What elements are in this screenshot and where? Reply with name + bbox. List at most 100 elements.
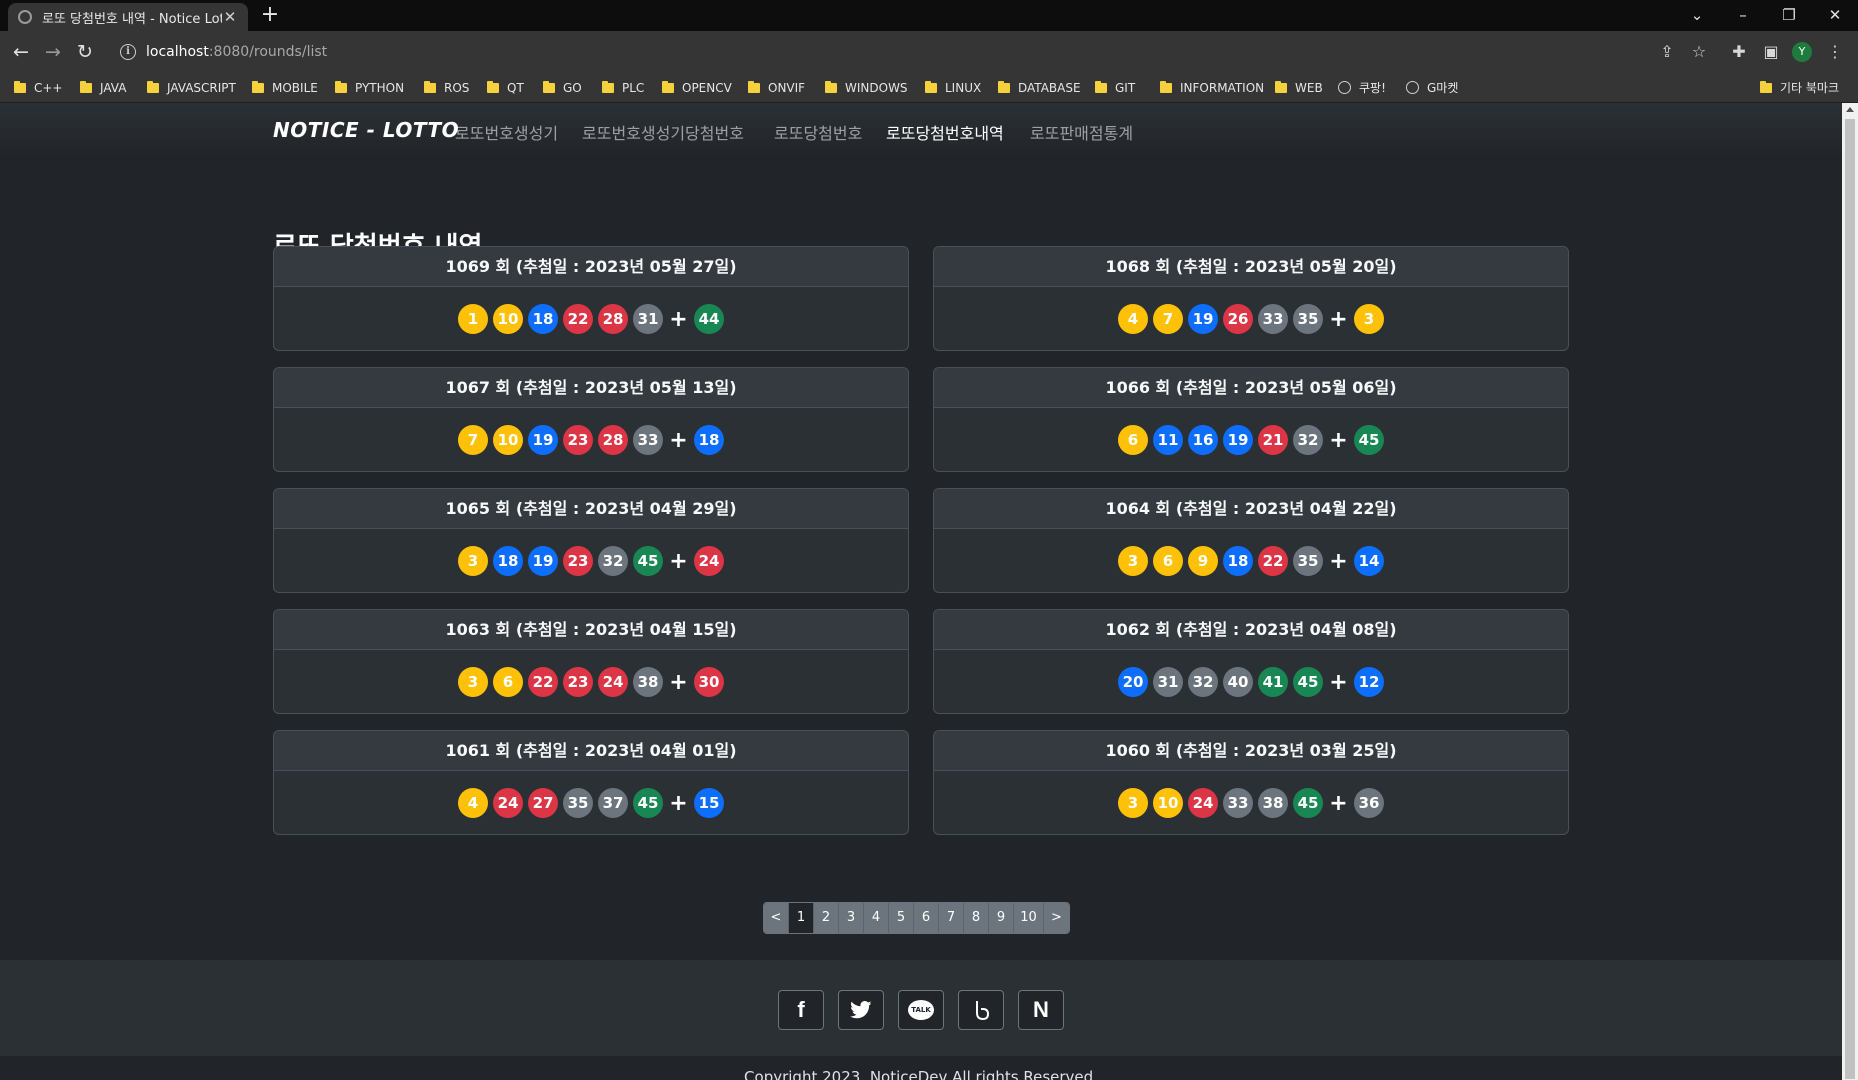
round-card: 1061 회 (추첨일 : 2023년 04월 01일) 4 24 27 35 37 45 +…: [273, 730, 909, 835]
bookmark-folder[interactable]: DATABASE: [998, 72, 1081, 103]
plus-icon: +: [669, 548, 688, 574]
nav-link-generator[interactable]: 로또번호생성기: [455, 120, 558, 144]
lotto-ball: 11: [1153, 425, 1183, 455]
bookmark-folder[interactable]: JAVA: [80, 72, 126, 103]
plus-icon: +: [669, 790, 688, 816]
pagination-page[interactable]: 10: [1014, 903, 1044, 933]
copyright-bar: Copyright 2023. NoticeDev All rights Res…: [0, 1056, 1842, 1080]
url-bar[interactable]: i localhost:8080/rounds/list: [110, 37, 1670, 66]
scroll-up-arrow-icon[interactable]: [1846, 107, 1854, 112]
browser-tab[interactable]: 로또 당첨번호 내역 - Notice Lot ✕: [8, 3, 248, 31]
pagination-page[interactable]: 5: [889, 903, 914, 933]
bookmark-folder[interactable]: PLC: [602, 72, 644, 103]
bonus-ball: 14: [1354, 546, 1384, 576]
close-window-button[interactable]: ✕: [1812, 0, 1858, 31]
bookmark-folder[interactable]: INFORMATION: [1160, 72, 1264, 103]
nav-link-store-stats[interactable]: 로또판매점통계: [1030, 120, 1133, 144]
lotto-ball: 18: [1223, 546, 1253, 576]
bookmark-link[interactable]: G마켓: [1406, 72, 1458, 103]
lotto-ball: 10: [1153, 788, 1183, 818]
bookmark-folder[interactable]: JAVASCRIPT: [147, 72, 236, 103]
lotto-ball: 7: [1153, 304, 1183, 334]
pagination-page[interactable]: 9: [989, 903, 1014, 933]
kakaostory-icon[interactable]: [958, 990, 1004, 1030]
bookmark-folder[interactable]: QT: [487, 72, 524, 103]
bookmark-folder[interactable]: ONVIF: [748, 72, 805, 103]
lotto-ball: 38: [633, 667, 663, 697]
lotto-ball: 31: [633, 304, 663, 334]
lotto-ball: 35: [1293, 546, 1323, 576]
kakaotalk-icon[interactable]: TALK: [898, 990, 944, 1030]
scrollbar-thumb[interactable]: [1845, 119, 1855, 1079]
lotto-ball: 10: [493, 425, 523, 455]
nav-link-winning-history[interactable]: 로또당첨번호내역: [886, 120, 1004, 144]
site-info-icon[interactable]: i: [120, 43, 136, 60]
share-icon[interactable]: ⇪: [1654, 39, 1680, 65]
twitter-icon[interactable]: [838, 990, 884, 1030]
new-tab-button[interactable]: +: [258, 4, 282, 28]
bookmark-label: G마켓: [1427, 81, 1459, 95]
naver-icon[interactable]: N: [1018, 990, 1064, 1030]
reload-icon[interactable]: ↻: [72, 39, 98, 65]
plus-icon: +: [1329, 427, 1348, 453]
folder-icon: [80, 80, 92, 93]
lotto-ball: 33: [1258, 304, 1288, 334]
profile-avatar[interactable]: Y: [1792, 42, 1812, 62]
pagination-next[interactable]: >: [1044, 903, 1069, 933]
facebook-icon[interactable]: f: [778, 990, 824, 1030]
pagination-page[interactable]: 8: [964, 903, 989, 933]
address-toolbar: ← → ↻ i localhost:8080/rounds/list ⇪ ☆ ✚…: [0, 31, 1858, 72]
bookmark-label: OPENCV: [682, 80, 732, 95]
bonus-ball: 44: [694, 304, 724, 334]
bookmark-star-icon[interactable]: ☆: [1686, 39, 1712, 65]
lotto-ball: 6: [1118, 425, 1148, 455]
forward-arrow-icon[interactable]: →: [40, 39, 66, 65]
pagination-page[interactable]: 6: [914, 903, 939, 933]
bookmark-folder[interactable]: WINDOWS: [825, 72, 908, 103]
bookmark-folder[interactable]: WEB: [1275, 72, 1323, 103]
lotto-ball: 24: [1188, 788, 1218, 818]
lotto-ball: 3: [458, 667, 488, 697]
bookmark-label: LINUX: [945, 80, 982, 95]
bonus-ball: 24: [694, 546, 724, 576]
pagination-page[interactable]: 1: [789, 903, 814, 933]
tab-search-icon[interactable]: ⌄: [1674, 0, 1720, 31]
bookmark-folder[interactable]: LINUX: [925, 72, 981, 103]
plus-icon: +: [669, 306, 688, 332]
bookmark-folder[interactable]: C++: [14, 72, 63, 103]
site-brand[interactable]: NOTICE - LOTTO: [273, 118, 459, 142]
lotto-ball: 27: [528, 788, 558, 818]
round-header: 1061 회 (추첨일 : 2023년 04월 01일): [274, 731, 908, 771]
folder-icon: [925, 80, 937, 93]
bookmark-folder[interactable]: ROS: [424, 72, 469, 103]
pagination-page[interactable]: 7: [939, 903, 964, 933]
bookmark-folder[interactable]: OPENCV: [662, 72, 732, 103]
close-tab-icon[interactable]: ✕: [222, 8, 238, 26]
other-bookmarks[interactable]: 기타 북마크: [1760, 72, 1839, 103]
lotto-ball: 32: [598, 546, 628, 576]
plus-icon: +: [669, 427, 688, 453]
lotto-ball: 18: [493, 546, 523, 576]
bookmark-label: C++: [34, 80, 63, 95]
bookmark-folder[interactable]: GO: [543, 72, 582, 103]
side-panel-icon[interactable]: ▣: [1758, 39, 1784, 65]
round-numbers: 1 10 18 22 28 31 +44: [274, 287, 908, 350]
pagination-page[interactable]: 4: [864, 903, 889, 933]
bookmark-folder[interactable]: GIT: [1095, 72, 1135, 103]
nav-link-winning-numbers[interactable]: 로또당첨번호: [774, 120, 862, 144]
back-arrow-icon[interactable]: ←: [8, 39, 34, 65]
bookmark-folder[interactable]: MOBILE: [252, 72, 318, 103]
page-scrollbar[interactable]: [1842, 103, 1858, 1080]
pagination-page[interactable]: 3: [839, 903, 864, 933]
bookmark-link[interactable]: 쿠팡!: [1338, 72, 1386, 103]
browser-menu-icon[interactable]: ⋮: [1822, 39, 1848, 65]
minimize-button[interactable]: –: [1720, 0, 1766, 31]
extensions-puzzle-icon[interactable]: ✚: [1726, 39, 1752, 65]
bookmark-folder[interactable]: PYTHON: [335, 72, 404, 103]
restore-button[interactable]: ❐: [1766, 0, 1812, 31]
nav-link-generator-winning[interactable]: 로또번호생성기당첨번호: [582, 120, 744, 144]
pagination-page[interactable]: 2: [814, 903, 839, 933]
kakaotalk-glyph: TALK: [908, 1000, 934, 1020]
lotto-ball: 45: [633, 546, 663, 576]
pagination-prev[interactable]: <: [764, 903, 789, 933]
